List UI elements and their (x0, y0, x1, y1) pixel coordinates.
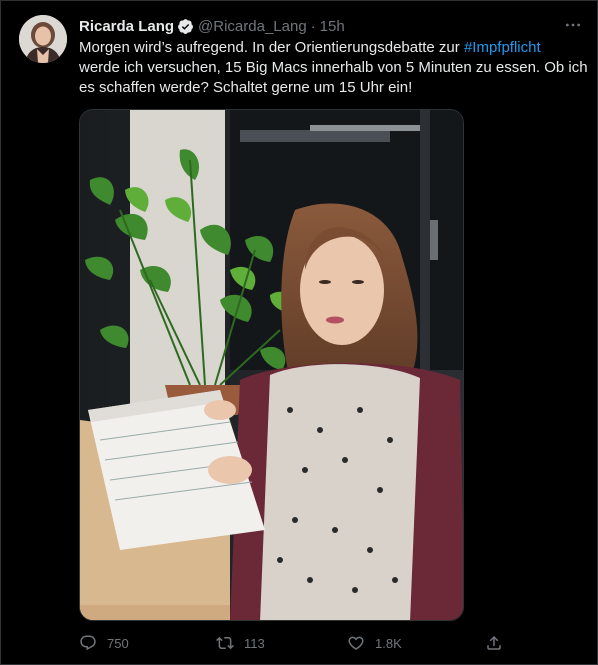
share-action[interactable] (485, 633, 503, 653)
retweet-action[interactable]: 113 (216, 633, 265, 653)
header-separator: · (310, 17, 316, 35)
tweet-timestamp[interactable]: 15h (320, 18, 345, 35)
tweet-header: Ricarda Lang @Ricarda_Lang · 15h (79, 16, 345, 36)
share-icon (487, 635, 501, 650)
author-name[interactable]: Ricarda Lang (79, 18, 174, 35)
more-icon[interactable] (563, 17, 583, 33)
verified-badge-icon (177, 18, 194, 35)
like-icon (348, 636, 364, 650)
photo-woman-reading (80, 110, 463, 620)
hashtag-link[interactable]: #Impfpflicht (464, 39, 541, 56)
retweet-count: 113 (244, 635, 265, 651)
tweet-text: Morgen wird’s aufregend. In der Orientie… (79, 38, 588, 98)
reply-count: 750 (107, 635, 129, 651)
avatar-photo (19, 15, 67, 63)
author-handle[interactable]: @Ricarda_Lang (198, 18, 307, 35)
tweet-text-part-1: Morgen wird’s aufregend. In der Orientie… (79, 39, 464, 56)
tweet-card[interactable]: Ricarda Lang @Ricarda_Lang · 15h Morgen … (0, 0, 598, 665)
tweet-text-line-3: es schaffen werde? Schaltet gerne um 15 … (79, 79, 413, 96)
like-action[interactable]: 1.8K (347, 633, 402, 653)
reply-action[interactable]: 750 (79, 633, 129, 653)
tweet-text-line-1: Morgen wird’s aufregend. In der Orientie… (79, 38, 579, 58)
tweet-photo[interactable] (79, 109, 464, 621)
reply-icon (80, 635, 96, 651)
avatar[interactable] (19, 15, 67, 63)
tweet-text-line-2: werde ich versuchen, 15 Big Macs innerha… (79, 59, 588, 76)
like-count: 1.8K (375, 635, 402, 651)
retweet-icon (216, 636, 234, 650)
